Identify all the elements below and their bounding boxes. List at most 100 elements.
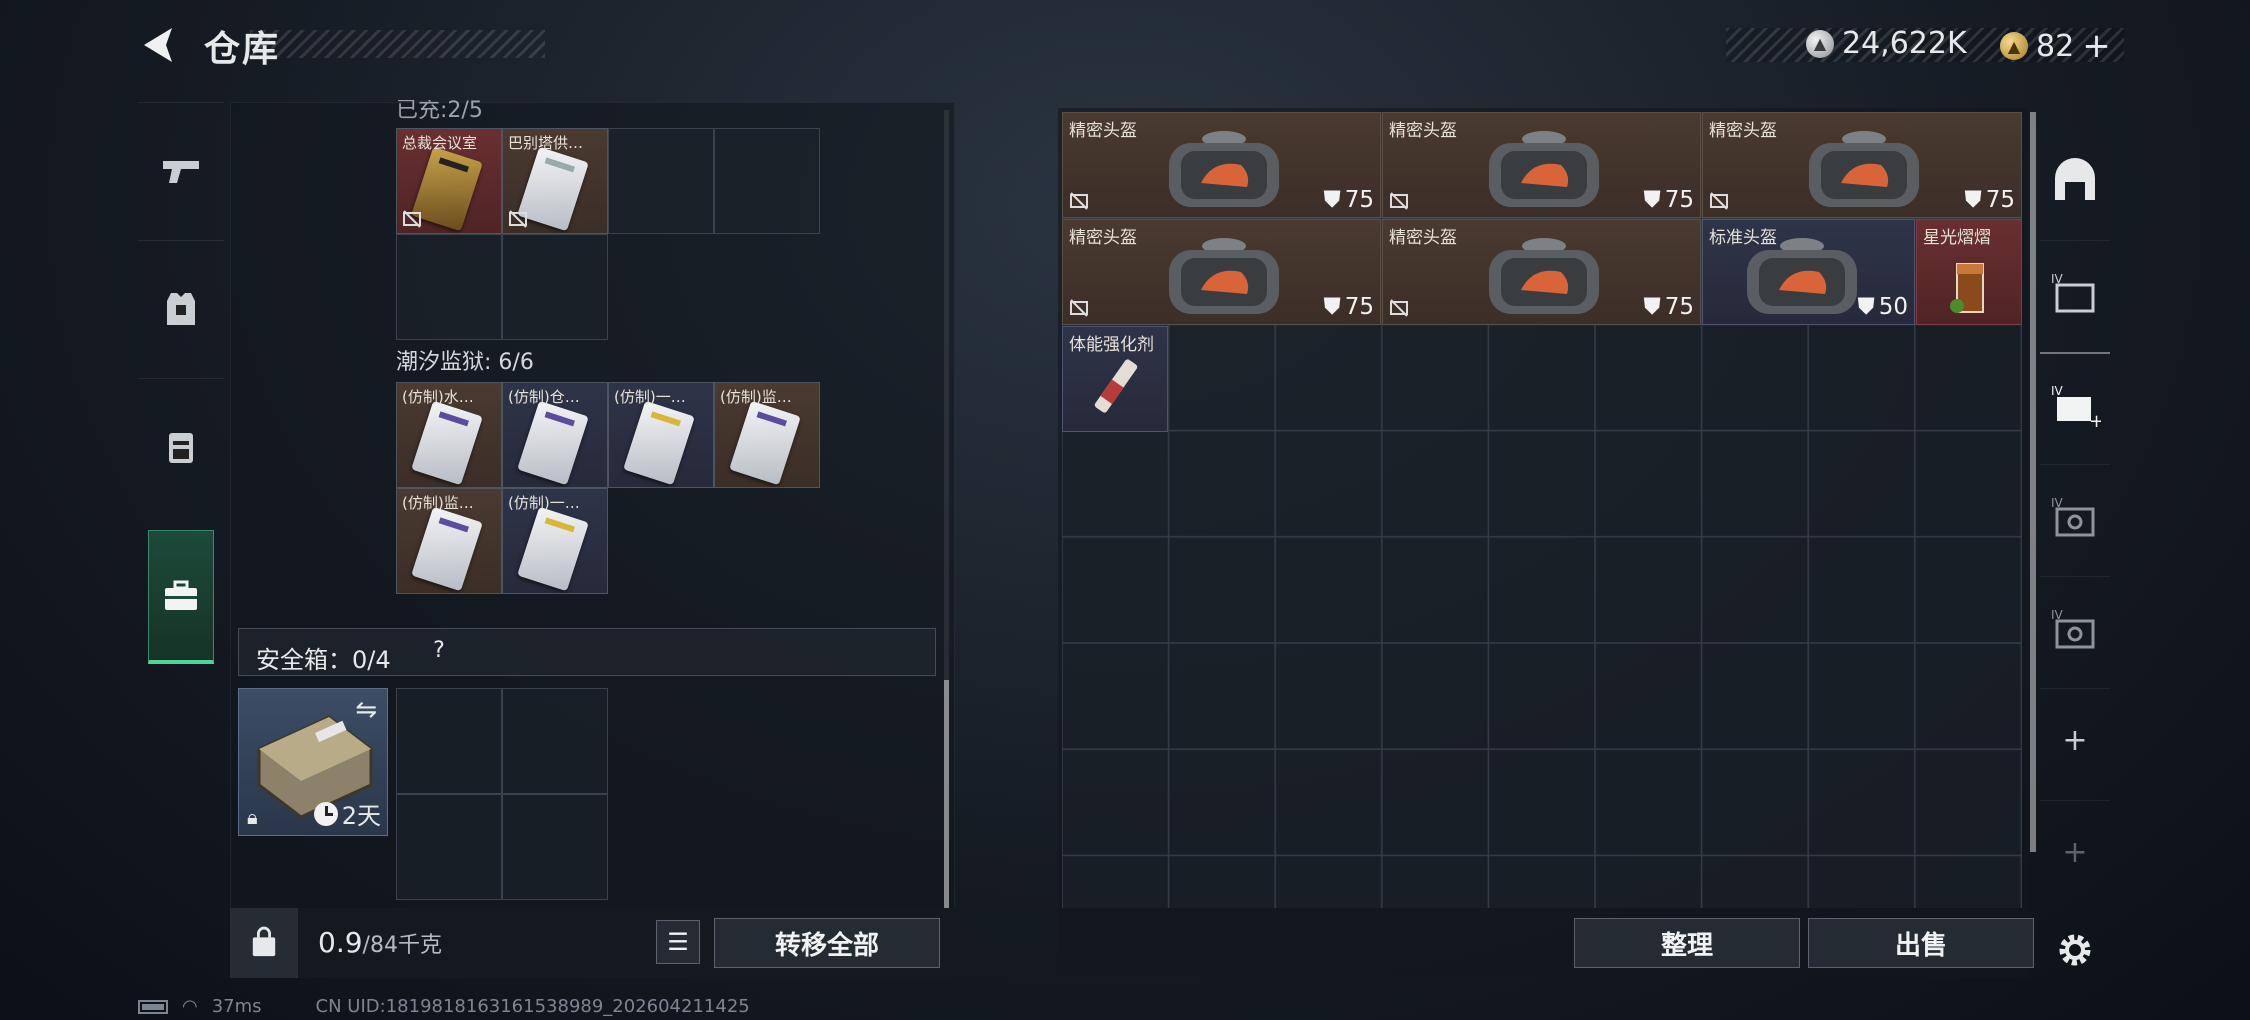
- tab-backpack[interactable]: [138, 378, 224, 514]
- safe-box-item[interactable]: ⇋ 🔒︎ 2天: [238, 688, 388, 836]
- keycard-item[interactable]: 总裁会议室: [396, 128, 502, 234]
- armor-number: 75: [1985, 187, 2015, 213]
- tab-weapons[interactable]: [138, 102, 224, 238]
- helmet-item[interactable]: 精密头盔 ⛊ 75: [1702, 112, 2022, 218]
- safe-icon: IV: [2051, 608, 2095, 648]
- sell-button[interactable]: 出售: [1808, 918, 2034, 968]
- armor-number: 50: [1878, 294, 1908, 320]
- page-title: 仓库: [204, 29, 281, 70]
- plus-icon: +: [2062, 835, 2088, 870]
- grid-slot[interactable]: [714, 128, 820, 234]
- silver-amount: 24,622K: [1842, 26, 1967, 61]
- storage-tabs: IV IV + IV IV + +: [2040, 128, 2110, 966]
- briefcase-icon: [165, 580, 197, 610]
- non-tradeable-icon: [403, 210, 421, 228]
- pistol-icon: [163, 160, 199, 183]
- grid-slot[interactable]: [608, 128, 714, 234]
- item-name: 精密头盔: [1389, 228, 1457, 248]
- armor-value: ⛊ 75: [1323, 187, 1374, 213]
- gear-icon: [2059, 934, 2091, 966]
- item-name: 巴别塔供…: [508, 134, 584, 152]
- tab-stash-2[interactable]: IV: [2040, 240, 2110, 344]
- safe-slot[interactable]: [502, 794, 608, 900]
- add-gold-button[interactable]: +: [2082, 26, 2111, 66]
- helmet-item[interactable]: 精密头盔 ⛊ 75: [1062, 219, 1381, 325]
- helmet-item[interactable]: 精密头盔 ⛊ 75: [1062, 112, 1381, 218]
- keycard-icon: [517, 400, 589, 486]
- tab-stash-4[interactable]: IV: [2040, 464, 2110, 568]
- safe-slot[interactable]: [502, 688, 608, 794]
- shield-icon: ⛊: [1857, 294, 1875, 320]
- shield-icon: ⛊: [1323, 187, 1341, 213]
- shield-icon: ⛊: [1964, 187, 1982, 213]
- plus-icon: +: [2062, 723, 2088, 758]
- helmet-icon: [1809, 131, 1919, 207]
- scrollbar-thumb[interactable]: [944, 680, 949, 908]
- shield-icon: ⛊: [1643, 294, 1661, 320]
- keycard-item[interactable]: (仿制)水…: [396, 382, 502, 488]
- helmet-icon: [1169, 131, 1279, 207]
- item-name: (仿制)水…: [402, 388, 474, 406]
- cocktail-icon: [1950, 263, 1984, 313]
- grid-slot[interactable]: [396, 234, 502, 340]
- non-tradeable-icon: [509, 210, 527, 228]
- safe-box-label: 安全箱：0/4: [256, 646, 391, 674]
- helmet-item[interactable]: 精密头盔 ⛊ 75: [1382, 219, 1701, 325]
- title-decoration: [250, 30, 545, 58]
- armor-number: 75: [1344, 294, 1374, 320]
- keycard-item[interactable]: 巴别塔供…: [502, 128, 608, 234]
- armor-number: 75: [1664, 187, 1694, 213]
- svg-text:+: +: [2089, 411, 2101, 429]
- helmet-item[interactable]: 精密头盔 ⛊ 75: [1382, 112, 1701, 218]
- keycard-item[interactable]: (仿制)监…: [714, 382, 820, 488]
- safe-slot[interactable]: [396, 688, 502, 794]
- safe-slot[interactable]: [396, 794, 502, 900]
- helmet-icon: [1489, 238, 1599, 314]
- add-tab-button[interactable]: +: [2040, 688, 2110, 792]
- gold-coin-icon: ▲: [2000, 32, 2028, 60]
- weight-display: 0.9/84千克: [318, 926, 442, 959]
- stim-item[interactable]: 体能强化剂: [1062, 326, 1168, 432]
- non-tradeable-icon: [1390, 299, 1408, 317]
- non-tradeable-icon: [1390, 192, 1408, 210]
- status-bar: ◠ 37ms CN UID:1819818163161538989_202604…: [138, 996, 750, 1017]
- armor-number: 75: [1344, 187, 1374, 213]
- wifi-icon: ◠: [182, 996, 198, 1017]
- helmet-icon: [1747, 238, 1857, 314]
- list-view-button[interactable]: ☰: [656, 920, 700, 964]
- keycard-item[interactable]: (仿制)监…: [396, 488, 502, 594]
- tab-stash-add[interactable]: IV +: [2040, 352, 2110, 456]
- organize-button[interactable]: 整理: [1574, 918, 1800, 968]
- armor-value: ⛊ 75: [1964, 187, 2015, 213]
- item-name: 精密头盔: [1069, 121, 1137, 141]
- tab-safe-container[interactable]: [148, 530, 214, 664]
- keycard-item[interactable]: (仿制)一…: [608, 382, 714, 488]
- help-icon[interactable]: ?: [424, 638, 454, 668]
- back-icon[interactable]: [138, 24, 180, 66]
- tab-armor[interactable]: [138, 240, 224, 376]
- shield-icon: ⛊: [1643, 187, 1661, 213]
- rental-timer: 2天: [313, 796, 381, 831]
- tab-stash-5[interactable]: IV: [2040, 576, 2110, 680]
- item-name: 精密头盔: [1389, 121, 1457, 141]
- swap-icon[interactable]: ⇋: [355, 695, 377, 725]
- weight-current: 0.9: [318, 926, 363, 959]
- gold-currency[interactable]: ▲ 82 +: [2000, 26, 2111, 66]
- keycard-item[interactable]: (仿制)一…: [502, 488, 608, 594]
- storage-scrollbar[interactable]: [2030, 112, 2036, 852]
- keycard-item[interactable]: (仿制)仓…: [502, 382, 608, 488]
- backpack-icon: [169, 432, 193, 463]
- vault-icon: [2055, 158, 2095, 200]
- drink-item[interactable]: 星光熠熠: [1916, 219, 2022, 325]
- tab-stash-main[interactable]: [2040, 128, 2110, 232]
- helmet-item[interactable]: 标准头盔 ⛊ 50: [1702, 219, 1915, 325]
- transfer-all-button[interactable]: 转移全部: [714, 918, 940, 968]
- folder-icon: IV: [2051, 272, 2095, 312]
- weight-lock-button[interactable]: [230, 908, 298, 978]
- settings-button[interactable]: [2040, 898, 2110, 1002]
- battery-icon: [138, 999, 168, 1014]
- weight-capacity: /84千克: [362, 933, 442, 958]
- item-name: 总裁会议室: [402, 134, 478, 152]
- uid-text: CN UID:1819818163161538989_202604211425: [315, 996, 750, 1017]
- grid-slot[interactable]: [502, 234, 608, 340]
